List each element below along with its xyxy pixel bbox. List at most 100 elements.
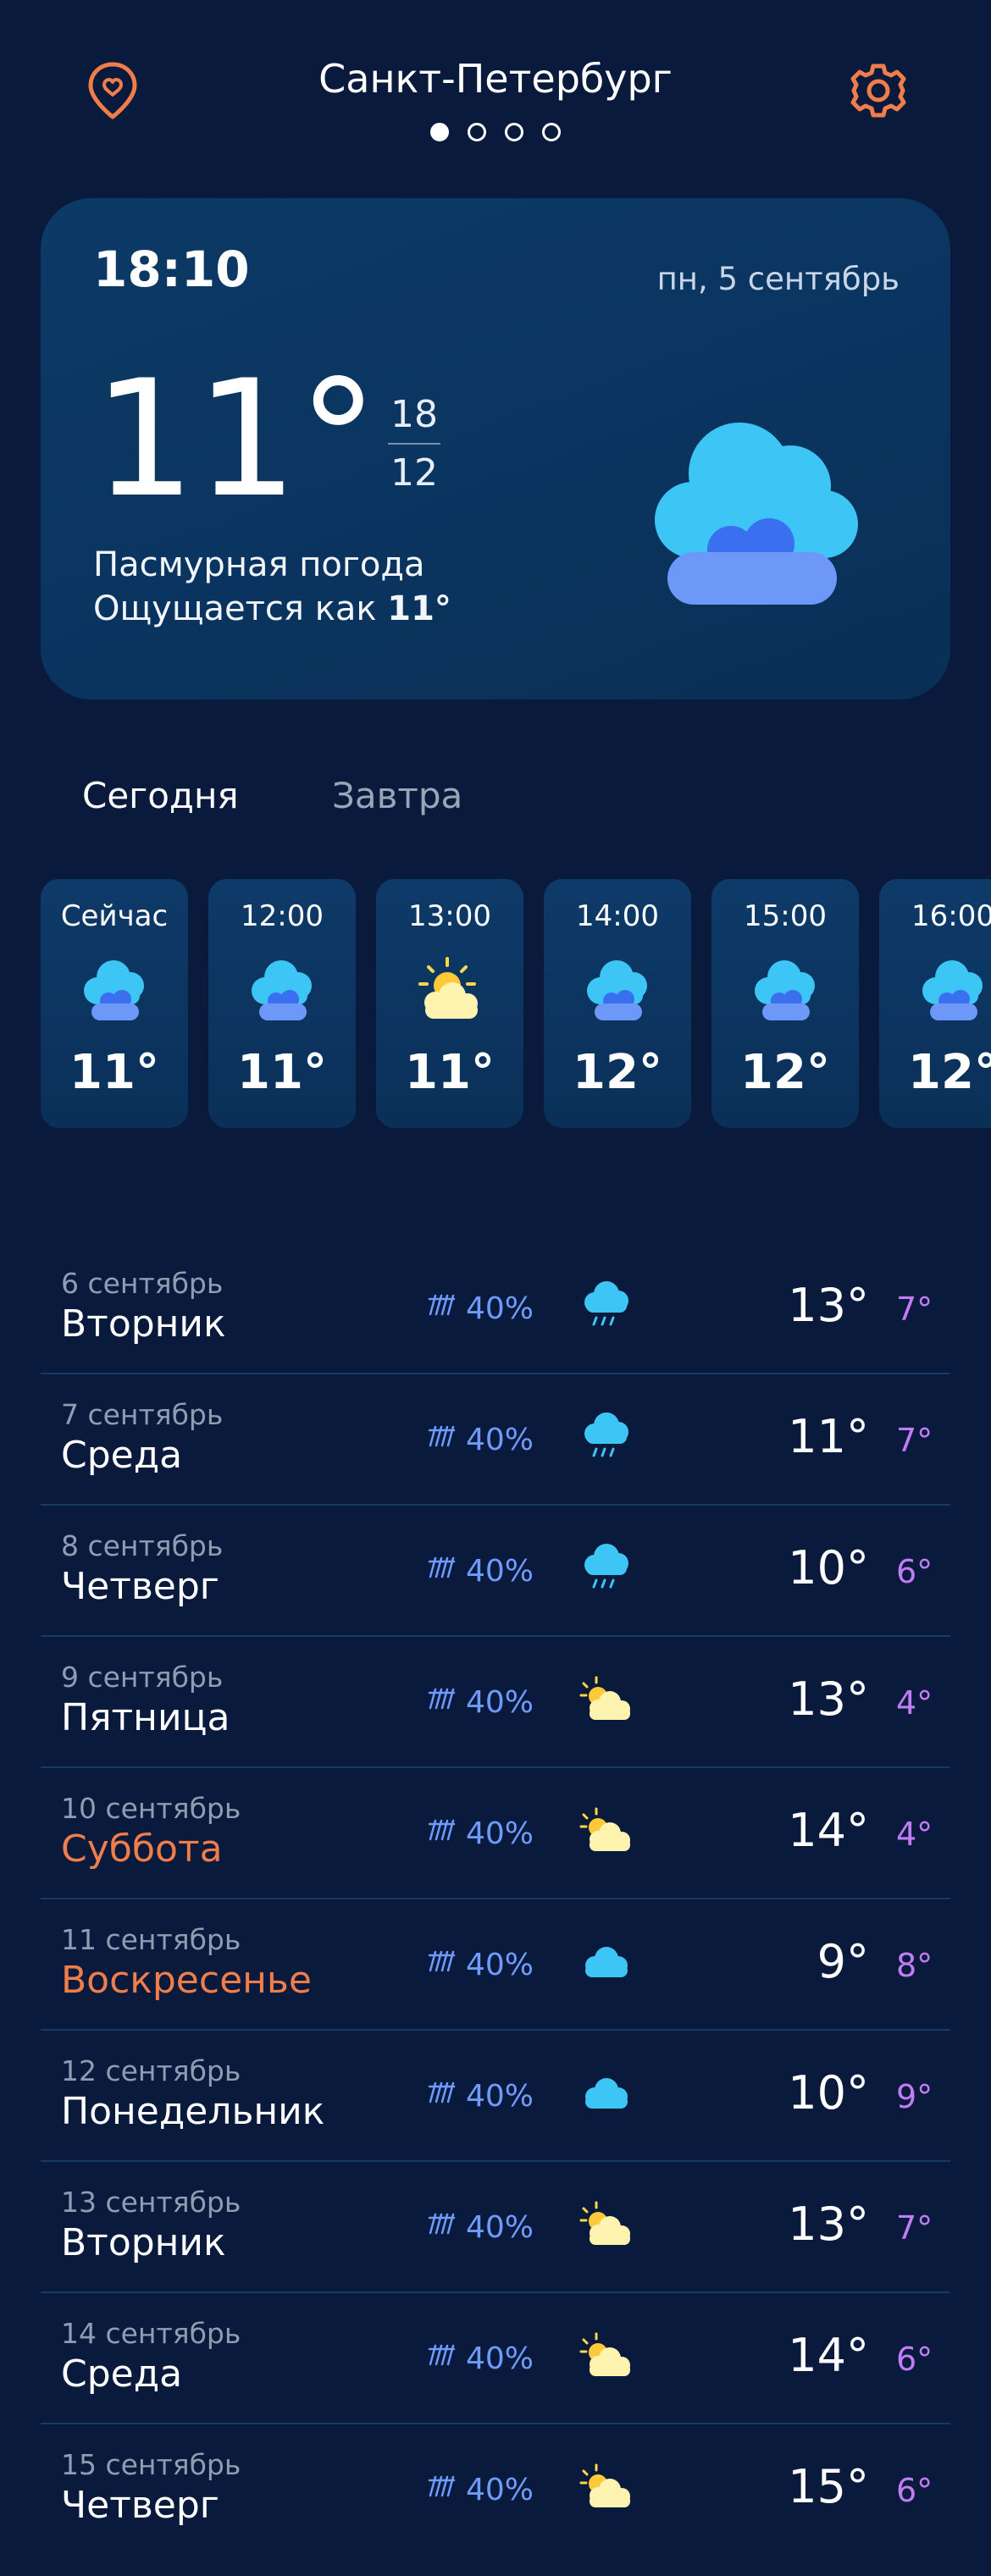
day-name: Вторник	[61, 2221, 226, 2264]
page-dot-1[interactable]	[430, 123, 449, 141]
precipitation-chance: 40%	[427, 1422, 534, 1458]
feels-like: Ощущается как 11°	[93, 589, 451, 628]
day-name: Среда	[61, 1434, 183, 1477]
max-temperature: 13°	[788, 1672, 869, 1726]
hour-temperature: 12°	[908, 1045, 991, 1100]
hour-card[interactable]: 13:00 11°	[376, 879, 523, 1128]
high-temperature: 18	[388, 393, 440, 445]
rain-icon	[578, 1280, 634, 1331]
day-date: 11 сентябрь	[61, 1923, 241, 1956]
day-name: Четверг	[61, 1565, 219, 1608]
max-temperature: 10°	[788, 1541, 869, 1595]
hour-time: Сейчас	[60, 899, 169, 933]
min-temperature: 4°	[896, 1684, 933, 1722]
sun-cloud-icon	[578, 2462, 634, 2512]
daily-forecast-row[interactable]: 15 сентябрь Четверг 40% 15° 6°	[41, 2424, 950, 2554]
day-name: Пятница	[61, 1696, 230, 1739]
max-temperature: 15°	[788, 2460, 869, 2513]
cloud-icon	[578, 2068, 634, 2119]
low-temperature: 12	[390, 451, 438, 495]
precipitation-chance: 40%	[427, 2078, 534, 2114]
daily-forecast-row[interactable]: 10 сентябрь Суббота 40% 14° 4°	[41, 1768, 950, 1899]
hour-card[interactable]: Сейчас 11°	[41, 879, 188, 1128]
daily-forecast-row[interactable]: 6 сентябрь Вторник 40% 13° 7°	[41, 1243, 950, 1374]
current-condition: Пасмурная погода	[93, 545, 425, 584]
min-temperature: 9°	[896, 2078, 933, 2115]
daily-forecast-row[interactable]: 9 сентябрь Пятница 40% 13° 4°	[41, 1637, 950, 1768]
sun-cloud-icon	[578, 1805, 634, 1856]
rain-icon	[427, 1422, 456, 1458]
tab-tomorrow[interactable]: Завтра	[332, 775, 462, 816]
min-temperature: 7°	[896, 1291, 933, 1328]
day-date: 8 сентябрь	[61, 1529, 224, 1562]
day-name: Суббота	[61, 1827, 223, 1871]
cloud-icon	[578, 1937, 634, 1987]
day-date: 12 сентябрь	[61, 2054, 241, 2087]
day-name: Вторник	[61, 1302, 226, 1346]
min-temperature: 7°	[896, 2209, 933, 2247]
max-temperature: 10°	[788, 2066, 869, 2120]
city-title[interactable]: Санкт-Петербург	[0, 56, 991, 102]
page-dot-3[interactable]	[505, 123, 523, 141]
hourly-forecast[interactable]: Сейчас 11° 12:00 11° 13:00 11° 14:00 12°…	[0, 879, 991, 1128]
min-temperature: 7°	[896, 1422, 933, 1459]
sun-cloud-icon	[412, 955, 488, 1023]
day-date: 14 сентябрь	[61, 2317, 241, 2350]
day-name: Четверг	[61, 2484, 219, 2527]
max-temperature: 9°	[817, 1935, 869, 1988]
hour-temperature: 11°	[405, 1045, 495, 1100]
page-indicator[interactable]	[0, 123, 991, 141]
min-temperature: 4°	[896, 1816, 933, 1853]
precipitation-chance: 40%	[427, 1947, 534, 1983]
cloudy-icon	[915, 955, 991, 1023]
precipitation-chance: 40%	[427, 1553, 534, 1589]
hour-time: 16:00	[911, 899, 991, 933]
rain-icon	[427, 2078, 456, 2114]
high-low-temperature: 18 12	[388, 393, 440, 495]
hour-card[interactable]: 14:00 12°	[544, 879, 691, 1128]
hour-card[interactable]: 12:00 11°	[208, 879, 356, 1128]
cloudy-icon	[76, 955, 152, 1023]
min-temperature: 8°	[896, 1947, 933, 1984]
header: Санкт-Петербург	[0, 0, 991, 169]
hour-time: 12:00	[241, 899, 324, 933]
current-date: пн, 5 сентябрь	[656, 261, 900, 297]
daily-forecast-row[interactable]: 13 сентябрь Вторник 40% 13° 7°	[41, 2162, 950, 2293]
hour-card[interactable]: 15:00 12°	[711, 879, 859, 1128]
day-name: Среда	[61, 2352, 183, 2396]
max-temperature: 14°	[788, 1804, 869, 1857]
rain-icon	[427, 2472, 456, 2508]
page-dot-4[interactable]	[542, 123, 561, 141]
daily-forecast-row[interactable]: 8 сентябрь Четверг 40% 10° 6°	[41, 1506, 950, 1637]
hour-card[interactable]: 16:00 12°	[879, 879, 991, 1128]
cloudy-icon	[747, 955, 823, 1023]
rain-icon	[427, 1947, 456, 1983]
sun-cloud-icon	[578, 2330, 634, 2381]
max-temperature: 11°	[788, 1410, 869, 1463]
precipitation-chance: 40%	[427, 1291, 534, 1327]
daily-forecast-row[interactable]: 7 сентябрь Среда 40% 11° 7°	[41, 1374, 950, 1506]
min-temperature: 6°	[896, 2341, 933, 2378]
sun-cloud-icon	[578, 2199, 634, 2250]
precipitation-value: 40%	[466, 1816, 534, 1851]
page-dot-2[interactable]	[468, 123, 486, 141]
rain-icon	[427, 1816, 456, 1852]
precipitation-value: 40%	[466, 2341, 534, 2376]
daily-forecast-row[interactable]: 14 сентябрь Среда 40% 14° 6°	[41, 2293, 950, 2424]
day-date: 9 сентябрь	[61, 1661, 224, 1694]
daily-forecast-row[interactable]: 11 сентябрь Воскресенье 40% 9° 8°	[41, 1899, 950, 2031]
cloudy-icon	[579, 955, 656, 1023]
rain-icon	[578, 1543, 634, 1594]
max-temperature: 14°	[788, 2329, 869, 2382]
precipitation-chance: 40%	[427, 1816, 534, 1852]
rain-icon	[427, 2209, 456, 2246]
hour-time: 15:00	[744, 899, 827, 933]
daily-forecast-row[interactable]: 12 сентябрь Понедельник 40% 10° 9°	[41, 2031, 950, 2162]
precipitation-chance: 40%	[427, 1684, 534, 1721]
hour-temperature: 12°	[573, 1045, 662, 1100]
tab-today[interactable]: Сегодня	[82, 775, 239, 816]
min-temperature: 6°	[896, 2472, 933, 2509]
precipitation-chance: 40%	[427, 2472, 534, 2508]
sun-cloud-icon	[578, 1674, 634, 1725]
settings-gear-icon[interactable]	[847, 59, 910, 122]
